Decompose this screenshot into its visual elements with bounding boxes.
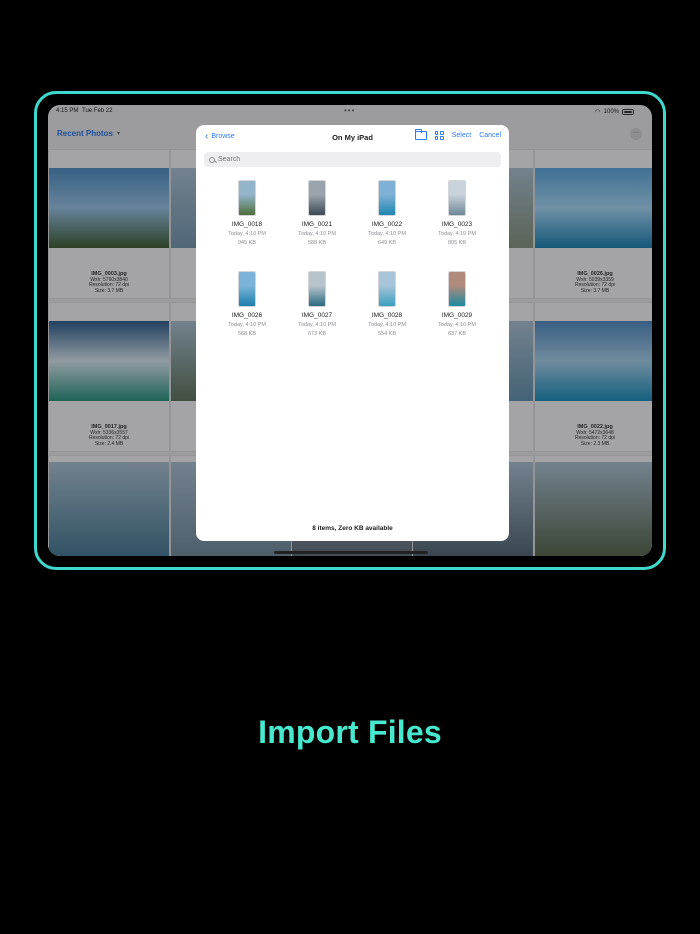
file-item[interactable]: IMG_0027 Today, 4:10 PM 673 KB xyxy=(287,271,347,337)
file-date: Today, 4:10 PM xyxy=(438,322,476,328)
cancel-button[interactable]: Cancel xyxy=(479,132,501,139)
file-size: 673 KB xyxy=(307,331,327,337)
home-indicator xyxy=(274,551,428,554)
file-name: IMG_0021 xyxy=(301,221,333,228)
file-item[interactable]: IMG_0028 Today, 4:10 PM 554 KB xyxy=(357,271,417,337)
file-date: Today, 4:10 PM xyxy=(228,322,266,328)
file-thumbnail xyxy=(238,180,256,216)
file-name: IMG_0022 xyxy=(371,221,403,228)
search-icon xyxy=(209,156,215,163)
new-folder-icon[interactable] xyxy=(414,129,427,140)
file-name: IMG_0026 xyxy=(231,312,263,319)
file-item[interactable]: IMG_0018 Today, 4:10 PM 945 KB xyxy=(217,180,277,246)
file-item[interactable]: IMG_0023 Today, 4:10 PM 805 KB xyxy=(427,180,487,246)
file-date: Today, 4:10 PM xyxy=(368,231,406,237)
grid-view-icon[interactable] xyxy=(434,131,444,140)
file-name: IMG_0023 xyxy=(441,221,473,228)
file-size: 649 KB xyxy=(377,240,397,246)
file-size: 945 KB xyxy=(237,240,257,246)
file-name: IMG_0027 xyxy=(301,312,333,319)
file-item[interactable]: IMG_0022 Today, 4:10 PM 649 KB xyxy=(357,180,417,246)
select-button[interactable]: Select xyxy=(452,132,471,139)
file-item[interactable]: IMG_0026 Today, 4:10 PM 568 KB xyxy=(217,271,277,337)
promo-caption: Import Files xyxy=(258,714,442,750)
file-size: 554 KB xyxy=(377,331,397,337)
file-date: Today, 4:10 PM xyxy=(368,322,406,328)
file-item[interactable]: IMG_0029 Today, 4:10 PM 637 KB xyxy=(427,271,487,337)
file-date: Today, 4:10 PM xyxy=(298,231,336,237)
file-name: IMG_0028 xyxy=(371,312,403,319)
modal-nav-bar: ‹ Browse On My iPad Select Cancel xyxy=(196,125,509,151)
file-thumbnail xyxy=(308,271,326,307)
file-size: 588 KB xyxy=(307,240,327,246)
file-thumbnail xyxy=(378,180,396,216)
file-thumbnail xyxy=(378,271,396,307)
file-name: IMG_0018 xyxy=(231,221,263,228)
file-date: Today, 4:10 PM xyxy=(228,231,266,237)
file-thumbnail xyxy=(308,180,326,216)
search-input[interactable] xyxy=(218,156,478,163)
file-item[interactable]: IMG_0021 Today, 4:10 PM 588 KB xyxy=(287,180,347,246)
file-size: 637 KB xyxy=(447,331,467,337)
ipad-frame: 4:15 PM Tue Feb 22 ••• ◠ 100% Recent Pho… xyxy=(34,91,666,570)
file-thumbnail xyxy=(238,271,256,307)
file-name: IMG_0029 xyxy=(441,312,473,319)
ipad-screen: 4:15 PM Tue Feb 22 ••• ◠ 100% Recent Pho… xyxy=(48,105,652,556)
file-date: Today, 4:10 PM xyxy=(298,322,336,328)
file-size: 805 KB xyxy=(447,240,467,246)
file-date: Today, 4:10 PM xyxy=(438,231,476,237)
file-thumbnail xyxy=(448,271,466,307)
file-picker-modal: ‹ Browse On My iPad Select Cancel IMG_00… xyxy=(196,125,509,541)
storage-footer: 8 items, Zero KB available xyxy=(312,525,393,532)
search-field[interactable] xyxy=(204,152,501,167)
file-thumbnail xyxy=(448,180,466,216)
file-size: 568 KB xyxy=(237,331,257,337)
